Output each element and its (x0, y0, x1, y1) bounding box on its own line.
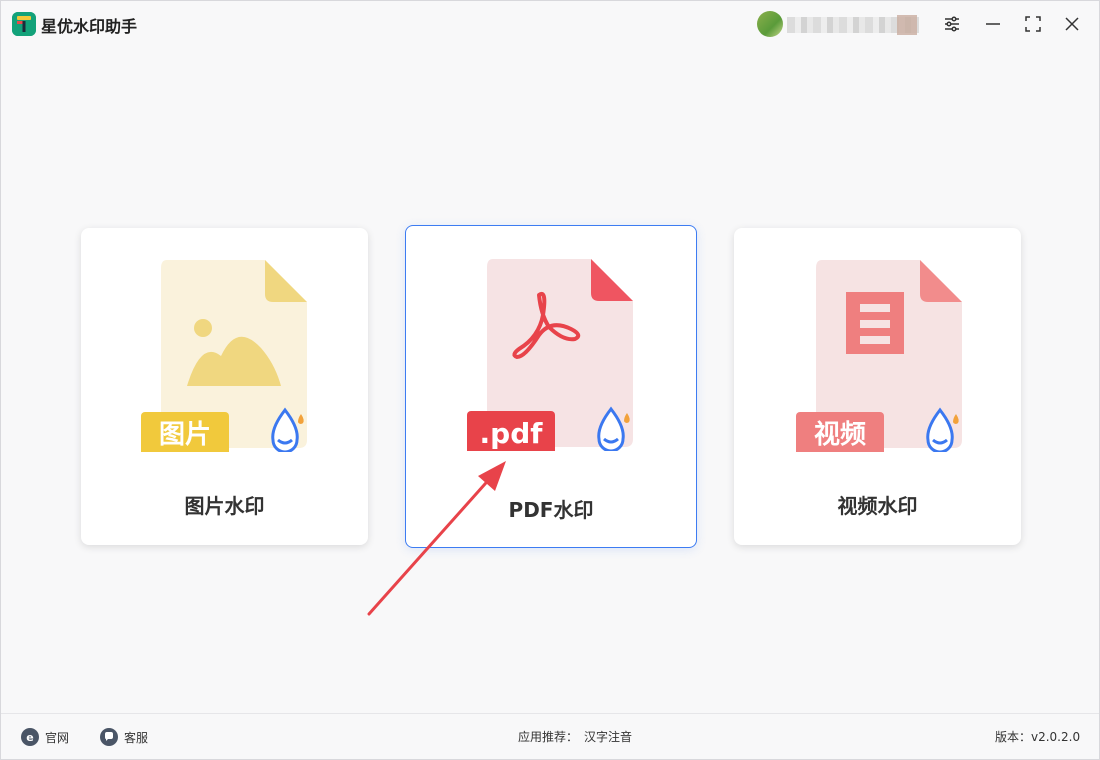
website-label: 官网 (45, 730, 70, 745)
image-badge-text: 图片 (159, 420, 211, 450)
recommend-app-link[interactable]: 汉字注音 (584, 728, 632, 745)
video-file-icon: 视频 (796, 260, 962, 452)
minimize-icon[interactable] (980, 11, 1006, 37)
video-watermark-card[interactable]: 视频 视频水印 (734, 228, 1021, 545)
card-label: 图片水印 (184, 494, 265, 518)
recommend-label: 应用推荐： (518, 730, 579, 744)
support-link[interactable]: 客服 (100, 728, 148, 746)
version-info: 版本：v2.0.2.0 (995, 728, 1080, 745)
app-window: 星优水印助手 图片 图片水印 .pdf PDF水印 视频 视频水印 e 官网 客… (0, 0, 1100, 760)
version-label: 版本：v2.0.2.0 (995, 730, 1081, 744)
avatar[interactable] (757, 11, 783, 37)
footer-bar: e 官网 客服 应用推荐： 汉字注音 版本：v2.0.2.0 (1, 713, 1099, 759)
user-account[interactable] (757, 11, 921, 39)
title-bar: 星优水印助手 (1, 1, 1099, 47)
pdf-watermark-card[interactable]: .pdf PDF水印 (405, 225, 697, 548)
close-icon[interactable] (1059, 11, 1085, 37)
ie-browser-icon: e (21, 728, 39, 746)
website-link[interactable]: e 官网 (21, 728, 69, 746)
app-title: 星优水印助手 (41, 17, 138, 36)
image-watermark-card[interactable]: 图片 图片水印 (81, 228, 368, 545)
image-file-icon: 图片 (141, 260, 307, 452)
settings-sliders-icon[interactable] (939, 11, 965, 37)
card-label: 视频水印 (837, 494, 918, 518)
video-badge-text: 视频 (814, 420, 866, 450)
card-label: PDF水印 (508, 498, 594, 522)
maximize-icon[interactable] (1020, 11, 1046, 37)
support-label: 客服 (124, 730, 149, 745)
chat-bubble-icon (100, 728, 118, 746)
app-logo-icon (12, 12, 36, 36)
pdf-file-icon: .pdf (467, 259, 633, 451)
pdf-badge-text: .pdf (480, 417, 544, 450)
app-recommendation: 应用推荐： 汉字注音 (518, 728, 632, 745)
username-redacted (787, 15, 919, 35)
